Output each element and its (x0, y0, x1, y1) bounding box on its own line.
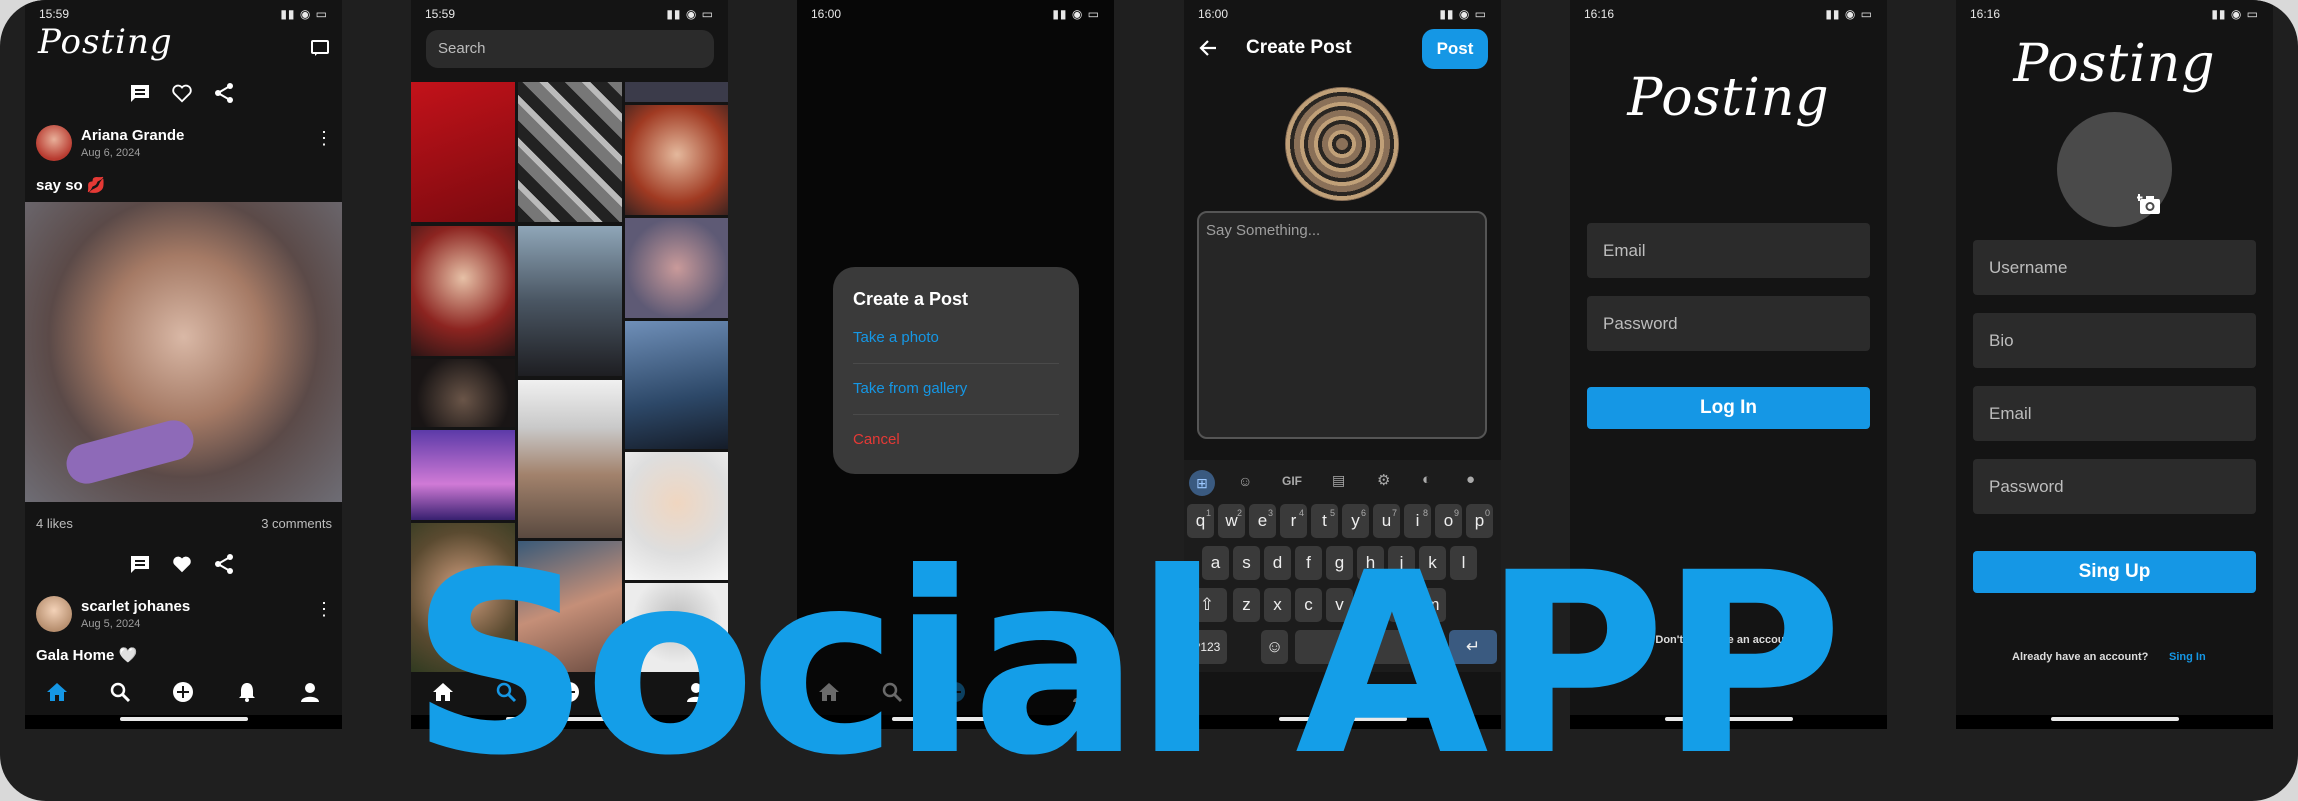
status-time: 16:00 (1198, 7, 1229, 21)
grid-image[interactable] (411, 226, 515, 356)
create-post-dialog: Create a Post Take a photo Take from gal… (833, 267, 1079, 474)
already-account-text: Already have an account? (2012, 651, 2149, 663)
text-area-placeholder: Say Something... (1206, 222, 1321, 239)
status-bar: 16:00 ▮▮ ◉ ▭ (1184, 0, 1501, 26)
app-logo: Posting (2013, 34, 2216, 94)
divider (853, 414, 1059, 415)
post-date: Aug 6, 2024 (81, 147, 141, 159)
status-bar: 15:59 ▮▮ ◉ ▭ (411, 0, 728, 26)
take-photo-option[interactable]: Take a photo (853, 329, 939, 346)
grid-image[interactable] (518, 82, 622, 222)
search-icon[interactable] (107, 679, 133, 705)
glove-shape (62, 415, 198, 489)
settings-icon[interactable]: ⚙ (1377, 471, 1390, 489)
comment-icon[interactable] (129, 553, 151, 580)
microphone-icon[interactable]: ● (1466, 471, 1475, 488)
post-caption: Gala Home 🤍 (36, 647, 138, 664)
liked-heart-icon[interactable] (171, 553, 193, 580)
grid-image[interactable] (625, 218, 728, 318)
grid-image[interactable] (625, 82, 728, 102)
grid-image[interactable] (411, 82, 515, 222)
avatar[interactable] (36, 125, 72, 161)
palette-icon[interactable]: ◐ (1422, 471, 1431, 488)
bio-field[interactable]: Bio (1973, 313, 2256, 368)
phone-signup: 16:16 ▮▮ ◉ ▭ Posting Username Bio Email … (1956, 0, 2273, 729)
username-field[interactable]: Username (1973, 240, 2256, 295)
divider (853, 363, 1059, 364)
avatar[interactable] (36, 596, 72, 632)
grid-image[interactable] (411, 430, 515, 520)
app-logo: Posting (38, 22, 173, 62)
home-indicator[interactable] (2050, 717, 2179, 721)
email-field[interactable]: Email (1973, 386, 2256, 441)
password-field[interactable]: Password (1973, 459, 2256, 514)
status-time: 16:16 (1584, 7, 1615, 21)
status-icons: ▮▮ ◉ ▭ (1825, 7, 1873, 21)
more-options-icon[interactable]: ⋮ (315, 129, 333, 147)
page-title: Create Post (1246, 37, 1352, 58)
grid-image[interactable] (625, 105, 728, 215)
status-icons: ▮▮ ◉ ▭ (1052, 7, 1100, 21)
grid-image[interactable] (625, 321, 728, 449)
app-logo: Posting (1627, 68, 1830, 128)
post-username[interactable]: scarlet johanes (81, 598, 190, 615)
login-button[interactable]: Log In (1587, 387, 1870, 429)
status-time: 16:00 (811, 7, 842, 21)
grid-image[interactable] (411, 359, 515, 427)
likes-count[interactable]: 4 likes (36, 516, 73, 531)
post-button[interactable]: Post (1422, 29, 1488, 69)
post-text-area[interactable]: Say Something... (1197, 211, 1487, 439)
grid-image[interactable] (518, 226, 622, 376)
post-image[interactable] (25, 202, 342, 502)
messages-icon[interactable] (310, 38, 330, 63)
notifications-icon[interactable] (234, 679, 260, 705)
share-icon[interactable] (213, 82, 235, 109)
comment-icon[interactable] (129, 82, 151, 109)
signup-button[interactable]: Sing Up (1973, 551, 2256, 593)
status-bar: 16:00 ▮▮ ◉ ▭ (797, 0, 1114, 26)
add-photo-camera-icon[interactable] (2135, 193, 2163, 222)
dialog-title: Create a Post (853, 289, 969, 309)
apps-icon[interactable]: ⊞ (1189, 470, 1215, 496)
home-icon[interactable] (44, 679, 70, 705)
status-icons: ▮▮ ◉ ▭ (280, 7, 328, 21)
password-field[interactable]: Password (1587, 296, 1870, 351)
status-icons: ▮▮ ◉ ▭ (2211, 7, 2259, 21)
comments-count[interactable]: 3 comments (261, 516, 332, 531)
search-input[interactable]: Search (426, 30, 714, 68)
bottom-nav (25, 672, 342, 712)
home-indicator[interactable] (119, 717, 248, 721)
gif-key[interactable]: GIF (1282, 474, 1302, 488)
add-post-icon[interactable] (170, 679, 196, 705)
post-image-preview[interactable] (1285, 87, 1399, 201)
cancel-option[interactable]: Cancel (853, 431, 900, 448)
status-time: 15:59 (39, 7, 70, 21)
post-username[interactable]: Ariana Grande (81, 127, 184, 144)
clipboard-icon[interactable]: ▤ (1332, 472, 1345, 489)
banner-title: Social APP (410, 519, 1843, 801)
signin-link[interactable]: Sing In (2169, 651, 2206, 663)
status-icons: ▮▮ ◉ ▭ (1439, 7, 1487, 21)
back-arrow-icon[interactable] (1198, 38, 1218, 63)
profile-icon[interactable] (297, 679, 323, 705)
showcase-canvas: 15:59 ▮▮ ◉ ▭ Posting Ariana Grande Aug 6… (0, 0, 2298, 801)
sticker-icon[interactable]: ☺ (1238, 473, 1252, 489)
status-time: 16:16 (1970, 7, 2001, 21)
grid-image[interactable] (518, 380, 622, 538)
email-field[interactable]: Email (1587, 223, 1870, 278)
status-bar: 16:16 ▮▮ ◉ ▭ (1956, 0, 2273, 26)
like-icon[interactable] (171, 82, 193, 109)
phone-feed: 15:59 ▮▮ ◉ ▭ Posting Ariana Grande Aug 6… (25, 0, 342, 729)
take-from-gallery-option[interactable]: Take from gallery (853, 380, 967, 397)
share-icon[interactable] (213, 553, 235, 580)
post-date: Aug 5, 2024 (81, 618, 141, 630)
post-caption: say so 💋 (36, 177, 106, 194)
status-bar: 16:16 ▮▮ ◉ ▭ (1570, 0, 1887, 26)
status-icons: ▮▮ ◉ ▭ (666, 7, 714, 21)
more-options-icon[interactable]: ⋮ (315, 600, 333, 618)
status-time: 15:59 (425, 7, 456, 21)
